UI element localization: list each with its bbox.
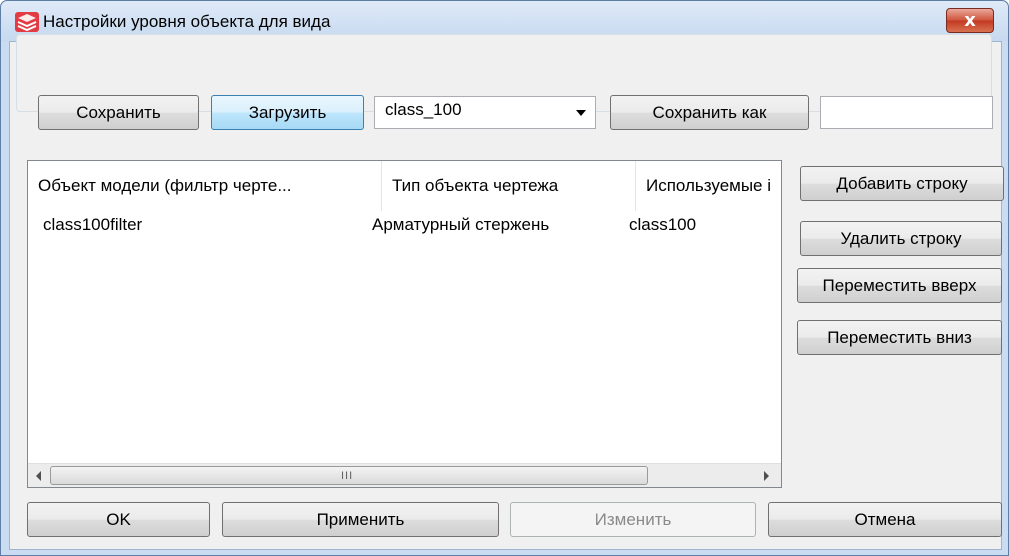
window-title: Настройки уровня объекта для вида [43,12,331,31]
scroll-right-icon[interactable] [764,471,769,481]
chevron-down-icon[interactable] [576,110,586,116]
add-row-button[interactable]: Добавить строку [800,166,1004,201]
preset-dropdown[interactable]: class_100 [374,96,596,129]
table-header: Объект модели (фильтр черте... Тип объек… [28,161,781,211]
app-logo-icon [15,12,39,32]
filter-table[interactable]: Объект модели (фильтр черте... Тип объек… [27,160,782,488]
preset-dropdown-value: class_100 [385,100,462,119]
cancel-button[interactable]: Отмена [768,502,1002,537]
column-header-drawing-object-type[interactable]: Тип объекта чертежа [382,161,636,211]
scroll-left-icon[interactable] [36,471,41,481]
table-cell: class100 [629,215,697,234]
save-button[interactable]: Сохранить [38,95,199,130]
column-header-model-object[interactable]: Объект модели (фильтр черте... [28,161,382,211]
table-cell: Арматурный стержень [372,215,550,234]
save-as-button[interactable]: Сохранить как [610,95,809,130]
modify-button: Изменить [510,502,756,537]
table-cell: class100filter [43,215,143,234]
column-header-used[interactable]: Используемые і [636,161,781,211]
grip-icon: III [341,470,354,482]
close-icon: x [964,10,976,31]
move-up-button[interactable]: Переместить вверх [797,268,1002,303]
horizontal-scrollbar[interactable]: III [28,463,781,487]
ok-button[interactable]: OK [27,502,210,537]
scrollbar-thumb[interactable]: III [50,466,648,485]
save-as-name-input[interactable] [820,96,993,129]
load-button[interactable]: Загрузить [211,95,364,130]
apply-button[interactable]: Применить [222,502,499,537]
move-down-button[interactable]: Переместить вниз [797,320,1002,355]
close-button[interactable]: x [946,8,994,33]
delete-row-button[interactable]: Удалить строку [800,221,1002,256]
